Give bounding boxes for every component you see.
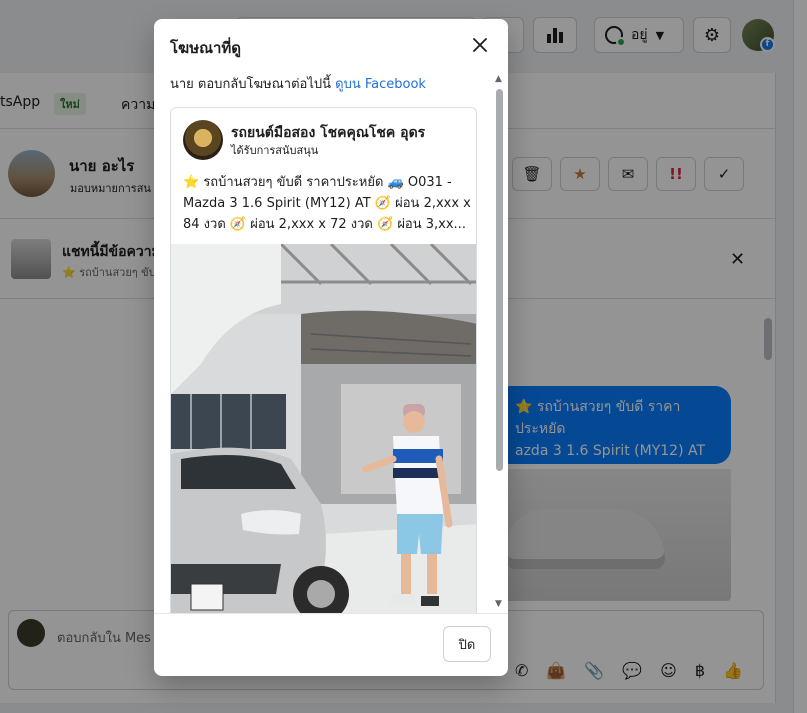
scroll-up-icon[interactable]: ▲	[495, 74, 502, 84]
close-footer-button[interactable]: ปิด	[443, 626, 491, 662]
modal-body: นาย ตอบกลับโฆษณาต่อไปนี้ ดูบน Facebook ร…	[154, 73, 508, 613]
modal-header: โฆษณาที่ดู	[154, 19, 508, 73]
intro-text: นาย ตอบกลับโฆษณาต่อไปนี้	[170, 77, 336, 92]
ad-preview-card: รถยนต์มือสอง โชคคุณโชค อุดร ได้รับการสนั…	[170, 107, 477, 613]
view-on-facebook-link[interactable]: ดูบน Facebook	[335, 77, 426, 92]
close-icon	[473, 38, 487, 52]
modal-title: โฆษณาที่ดู	[170, 39, 242, 57]
page-logo	[183, 120, 223, 160]
close-button[interactable]	[468, 33, 492, 57]
scroll-down-icon[interactable]: ▼	[495, 599, 502, 609]
intro-line: นาย ตอบกลับโฆษณาต่อไปนี้ ดูบน Facebook	[170, 73, 426, 94]
showroom-photo	[171, 244, 476, 613]
sponsored-label: ได้รับการสนับสนุน	[231, 144, 319, 157]
modal-scroll-thumb[interactable]	[496, 89, 503, 471]
ad-modal: โฆษณาที่ดู นาย ตอบกลับโฆษณาต่อไปนี้ ดูบน…	[154, 19, 508, 676]
ad-text: ⭐ รถบ้านสวยๆ ขับดี ราคาประหยัด 🚙 O031 - …	[183, 175, 471, 232]
modal-footer: ปิด	[154, 613, 508, 676]
ad-photo[interactable]	[171, 244, 476, 613]
